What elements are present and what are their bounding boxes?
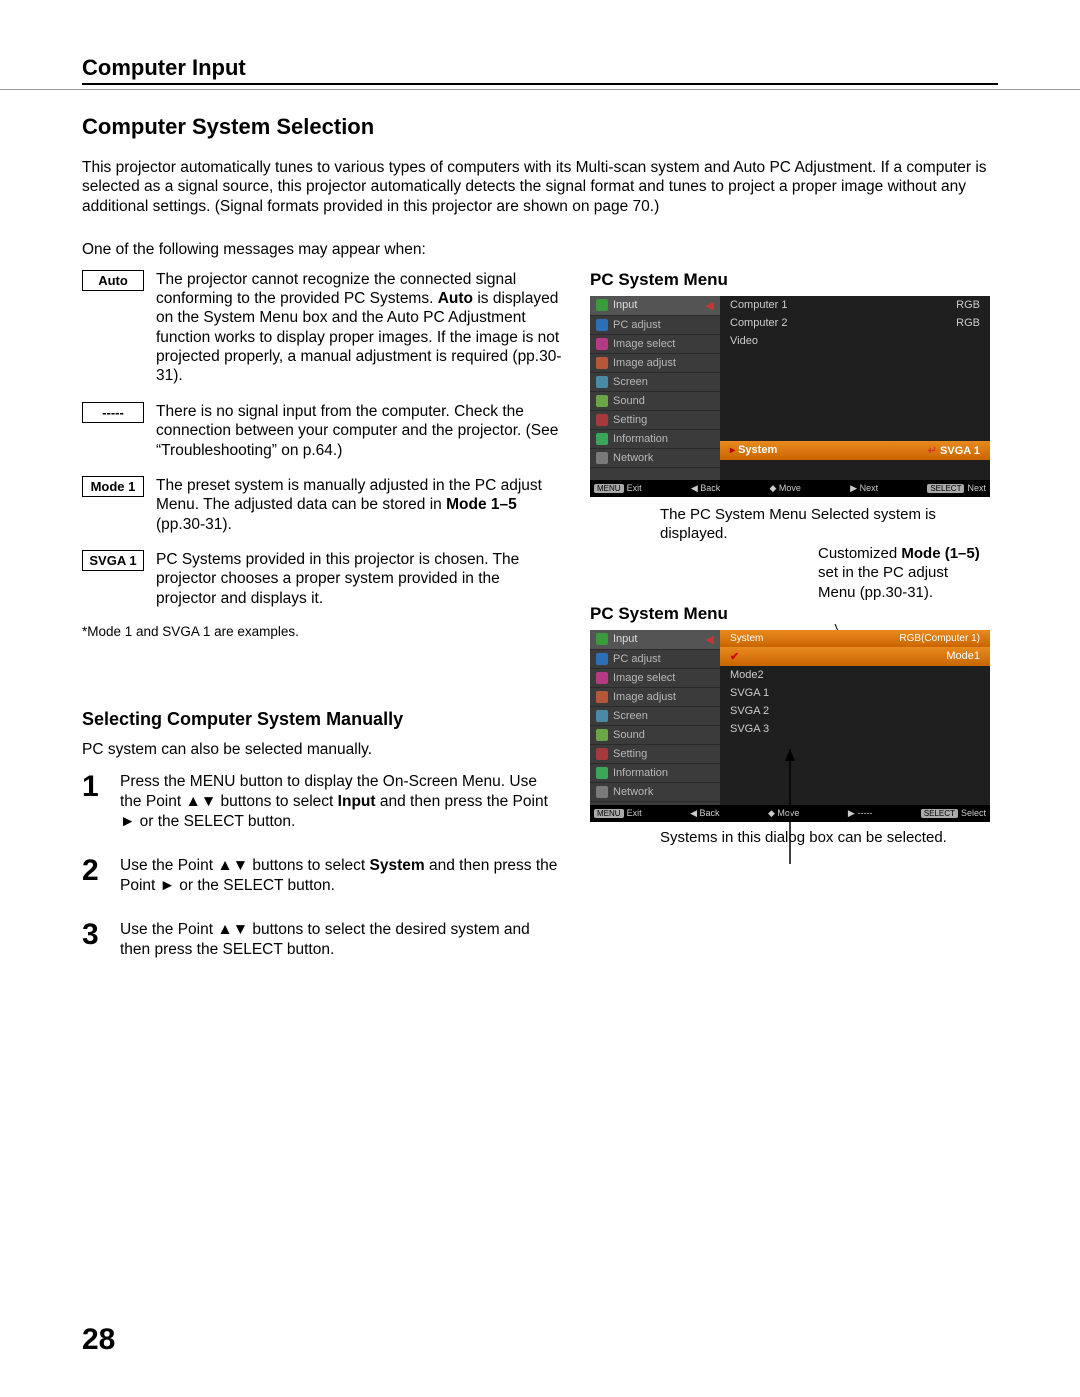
messages-intro: One of the following messages may appear…	[82, 240, 998, 259]
osd-menu-item: Image adjust	[590, 354, 720, 373]
pc-system-menu-title-1: PC System Menu	[590, 270, 998, 290]
intro-paragraph: This projector automatically tunes to va…	[82, 158, 998, 216]
osd-menu-item: Sound	[590, 392, 720, 411]
osd-menu-item: Network	[590, 783, 720, 802]
osd2-caption: Systems in this dialog box can be select…	[590, 828, 998, 848]
message-label-box: Mode 1	[82, 476, 144, 497]
step: 2 Use the Point ▲▼ buttons to select Syst…	[82, 856, 562, 896]
osd-screenshot-2: Input ◀PC adjustImage selectImage adjust…	[590, 630, 990, 822]
osd-menu-icon	[596, 748, 608, 760]
osd-system-option: SVGA 3	[720, 720, 990, 738]
step-number: 1	[82, 772, 106, 802]
step: 1 Press the MENU button to display the On…	[82, 772, 562, 832]
osd-menu-icon	[596, 672, 608, 684]
osd-footer-item: ◀ Back	[691, 483, 720, 494]
osd-menu-icon	[596, 633, 608, 645]
osd-footer-item: ▶ -----	[848, 808, 872, 819]
osd-footer-item: SELECTNext	[927, 483, 986, 494]
footnote: *Mode 1 and SVGA 1 are examples.	[82, 624, 562, 639]
message-text: There is no signal input from the comput…	[156, 402, 562, 460]
osd-menu-item: Sound	[590, 726, 720, 745]
divider	[0, 89, 1080, 90]
message-row: SVGA 1 PC Systems provided in this projec…	[82, 550, 562, 608]
osd-menu-icon	[596, 319, 608, 331]
osd-menu-icon	[596, 452, 608, 464]
osd-menu-item: Image select	[590, 335, 720, 354]
osd-menu-item: Image adjust	[590, 688, 720, 707]
page-title: Computer System Selection	[82, 114, 998, 140]
step-number: 3	[82, 920, 106, 950]
message-row: Auto The projector cannot recognize the c…	[82, 270, 562, 386]
osd-menu-icon	[596, 357, 608, 369]
step-text: Press the MENU button to display the On-…	[120, 772, 562, 832]
osd-menu-item: Information	[590, 764, 720, 783]
osd-system-option: Mode2	[720, 666, 990, 684]
osd-menu-icon	[596, 433, 608, 445]
osd-menu-icon	[596, 786, 608, 798]
step: 3 Use the Point ▲▼ buttons to select the …	[82, 920, 562, 960]
message-text: The projector cannot recognize the conne…	[156, 270, 562, 386]
osd-menu-item: Input ◀	[590, 296, 720, 316]
osd-menu-icon	[596, 376, 608, 388]
osd-menu-item: Setting	[590, 411, 720, 430]
page-number: 28	[82, 1323, 115, 1357]
osd1-system-value: SVGA 1	[940, 445, 980, 457]
manual-intro: PC system can also be selected manually.	[82, 740, 562, 759]
message-label-box: SVGA 1	[82, 550, 144, 571]
message-row: Mode 1 The preset system is manually adju…	[82, 476, 562, 534]
message-text: The preset system is manually adjusted i…	[156, 476, 562, 534]
osd-input-row: Video	[720, 332, 990, 350]
osd-footer-item: ◆ Move	[769, 483, 800, 494]
osd-menu-icon	[596, 729, 608, 741]
osd-menu-icon	[596, 767, 608, 779]
osd-screenshot-1: Input ◀PC adjustImage selectImage adjust…	[590, 296, 990, 497]
message-label-box: Auto	[82, 270, 144, 291]
osd2-title-left: System	[730, 633, 763, 644]
osd-menu-item: PC adjust	[590, 650, 720, 669]
osd-footer-item: SELECTSelect	[921, 808, 986, 819]
customized-mode-note: Customized Mode (1–5) set in the PC adju…	[818, 544, 988, 603]
osd-input-row: Computer 1RGB	[720, 296, 990, 314]
osd-menu-item: PC adjust	[590, 316, 720, 335]
osd-footer-item: ◆ Move	[768, 808, 799, 819]
osd-menu-item: Input ◀	[590, 630, 720, 650]
osd-system-option: SVGA 2	[720, 702, 990, 720]
osd-system-option: ✔Mode1	[720, 647, 990, 666]
osd-footer-item: MENUExit	[594, 483, 642, 494]
message-label-box: -----	[82, 402, 144, 423]
osd-menu-item: Setting	[590, 745, 720, 764]
osd-menu-icon	[596, 299, 608, 311]
osd1-system-label: System	[738, 444, 777, 456]
osd-menu-item: Screen	[590, 373, 720, 392]
osd-menu-item: Screen	[590, 707, 720, 726]
message-row: ----- There is no signal input from the c…	[82, 402, 562, 460]
message-text: PC Systems provided in this projector is…	[156, 550, 562, 608]
osd-menu-item: Network	[590, 449, 720, 468]
osd-menu-icon	[596, 691, 608, 703]
osd-menu-item: Information	[590, 430, 720, 449]
osd-menu-icon	[596, 395, 608, 407]
section-header: Computer Input	[82, 55, 998, 85]
osd-footer-item: ◀ Back	[690, 808, 719, 819]
osd-input-row: Computer 2RGB	[720, 314, 990, 332]
manual-title: Selecting Computer System Manually	[82, 709, 562, 730]
osd-menu-icon	[596, 653, 608, 665]
osd-system-option: SVGA 1	[720, 684, 990, 702]
step-number: 2	[82, 856, 106, 886]
step-text: Use the Point ▲▼ buttons to select Syste…	[120, 856, 562, 896]
osd-menu-icon	[596, 338, 608, 350]
osd2-title-right: RGB(Computer 1)	[899, 633, 980, 644]
osd-footer-item: MENUExit	[594, 808, 642, 819]
osd-menu-icon	[596, 710, 608, 722]
osd-menu-item: Image select	[590, 669, 720, 688]
step-text: Use the Point ▲▼ buttons to select the d…	[120, 920, 562, 960]
osd-menu-icon	[596, 414, 608, 426]
pc-system-menu-title-2: PC System Menu	[590, 604, 998, 624]
osd-footer-item: ▶ Next	[850, 483, 878, 494]
osd1-caption: The PC System Menu Selected system is di…	[590, 505, 998, 544]
